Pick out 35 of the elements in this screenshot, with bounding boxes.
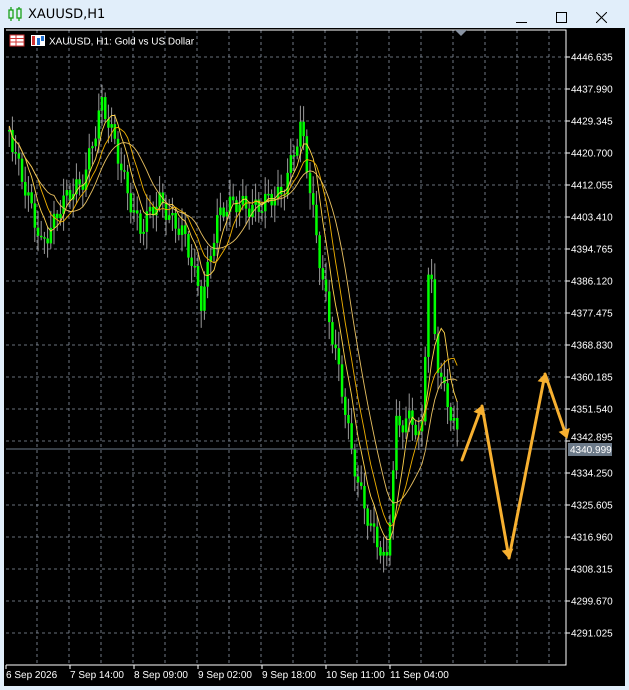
price-axis-label: 4360.185 — [571, 372, 613, 384]
price-axis-label: 4446.635 — [571, 52, 613, 64]
price-axis-label: 4316.960 — [571, 532, 613, 544]
price-axis-label: 4412.055 — [571, 180, 613, 192]
price-axis-label: 4299.670 — [571, 596, 613, 608]
price-axis-label: 4325.605 — [571, 500, 613, 512]
price-axis-label: 4403.410 — [571, 212, 613, 224]
price-axis-label: 4377.475 — [571, 308, 613, 320]
shift-marker-icon[interactable] — [455, 30, 467, 36]
price-axis-label: 4351.540 — [571, 404, 613, 416]
price-axis-label: 4437.990 — [571, 84, 613, 96]
candlestick-icon — [8, 6, 22, 22]
table-icon — [10, 34, 24, 46]
price-axis-label: 4420.700 — [571, 148, 613, 160]
time-axis-label: 6 Sep 2026 — [6, 670, 58, 681]
price-axis-label: 4308.315 — [571, 564, 613, 576]
price-axis-label: 4334.250 — [571, 468, 613, 480]
close-icon — [596, 12, 606, 22]
price-axis-label: 4394.765 — [571, 244, 613, 256]
chart-symbol-label: XAUUSD, H1: Gold vs US Dollar — [49, 36, 194, 48]
window-title: XAUUSD,H1 — [28, 6, 106, 22]
time-axis-label: 8 Sep 09:00 — [134, 670, 188, 681]
current-price-label: 4340.999 — [568, 443, 612, 456]
time-axis-label: 10 Sep 11:00 — [326, 670, 385, 681]
price-axis-label: 4386.120 — [571, 276, 613, 288]
price-axis-label: 4342.895 — [571, 432, 613, 444]
time-axis-label: 9 Sep 18:00 — [262, 670, 316, 681]
price-axis-label: 4291.025 — [571, 628, 613, 640]
maximize-icon — [556, 12, 566, 22]
time-axis-label: 7 Sep 14:00 — [70, 670, 124, 681]
time-axis-label: 11 Sep 04:00 — [390, 670, 449, 681]
bar-chart-icon — [31, 35, 45, 46]
time-axis-label: 9 Sep 02:00 — [198, 670, 252, 681]
price-axis-label: 4368.830 — [571, 340, 613, 352]
price-axis-label: 4429.345 — [571, 116, 613, 128]
